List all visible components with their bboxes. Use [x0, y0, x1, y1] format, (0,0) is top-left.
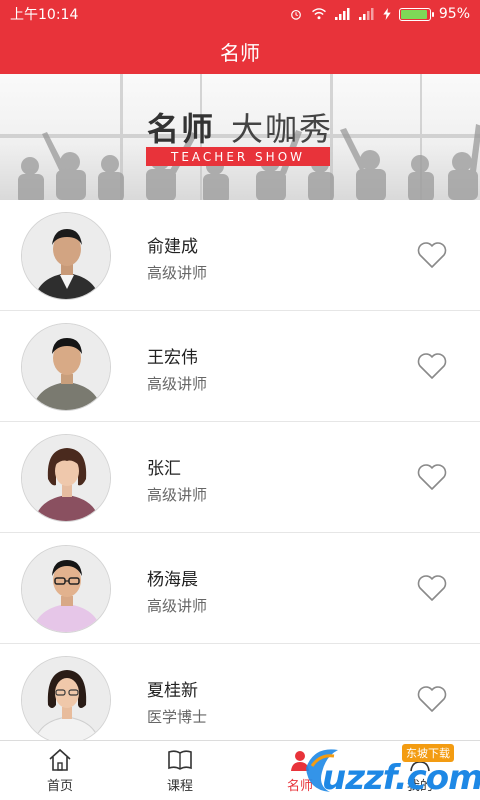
battery-icon [398, 7, 434, 21]
book-icon [168, 750, 192, 770]
favorite-heart-icon[interactable] [416, 685, 448, 713]
banner-title-main: 名师 [146, 110, 215, 148]
page-title: 名师 [220, 40, 260, 65]
teacher-title: 高级讲师 [147, 486, 208, 504]
signal-icon [334, 8, 350, 20]
teacher-name: 张汇 [147, 459, 181, 479]
nav-home[interactable]: 首页 [0, 741, 120, 800]
alarm-icon [290, 9, 301, 20]
status-bar: 上午10:14 95% [0, 0, 480, 28]
teacher-avatar [21, 323, 111, 411]
wifi-icon [311, 8, 326, 20]
teacher-avatar [21, 656, 111, 744]
teacher-title: 高级讲师 [147, 375, 208, 393]
teacher-avatar [21, 545, 111, 633]
teacher-title: 高级讲师 [147, 264, 208, 282]
banner-title: 名师 大咖秀 [0, 104, 480, 150]
teacher-row[interactable]: 俞建成 高级讲师 [0, 200, 480, 311]
teacher-row[interactable]: 王宏伟 高级讲师 [0, 311, 480, 422]
teacher-row[interactable]: 张汇 高级讲师 [0, 422, 480, 533]
nav-teachers-label: 名师 [286, 779, 313, 794]
home-icon [49, 748, 71, 771]
page-header: 名师 [0, 28, 480, 74]
favorite-heart-icon[interactable] [416, 241, 448, 269]
status-icons: 95% [289, 6, 470, 22]
teacher-icon [291, 751, 309, 771]
favorite-heart-icon[interactable] [416, 463, 448, 491]
charging-icon [383, 8, 391, 20]
nav-home-label: 首页 [46, 779, 73, 794]
teacher-row[interactable]: 杨海晨 高级讲师 [0, 533, 480, 644]
teacher-title: 医学博士 [147, 708, 208, 726]
teacher-name: 王宏伟 [147, 348, 198, 368]
teacher-title: 高级讲师 [147, 597, 208, 615]
watermark-text: uzzf.com [322, 758, 480, 798]
signal-2-icon [358, 8, 374, 20]
favorite-heart-icon[interactable] [416, 574, 448, 602]
banner-title-sub: 大咖秀 [231, 110, 334, 148]
teacher-avatar [21, 434, 111, 522]
banner-tagline: TEACHER SHOW [146, 147, 330, 166]
battery-percent: 95% [438, 6, 470, 22]
status-time: 上午10:14 [10, 7, 79, 23]
teacher-name: 杨海晨 [147, 570, 198, 590]
favorite-heart-icon[interactable] [416, 352, 448, 380]
banner: 名师 大咖秀 TEACHER SHOW [0, 74, 480, 200]
teacher-row[interactable]: 夏桂新 医学博士 [0, 644, 480, 755]
teacher-name: 俞建成 [147, 237, 198, 257]
nav-courses[interactable]: 课程 [120, 741, 240, 800]
teacher-name: 夏桂新 [147, 681, 198, 701]
teacher-avatar [21, 212, 111, 300]
teacher-list: 俞建成 高级讲师 王宏伟 高级讲师 张汇 高级讲师 杨海晨 高级讲师 夏桂新 医… [0, 200, 480, 755]
nav-courses-label: 课程 [166, 779, 193, 794]
